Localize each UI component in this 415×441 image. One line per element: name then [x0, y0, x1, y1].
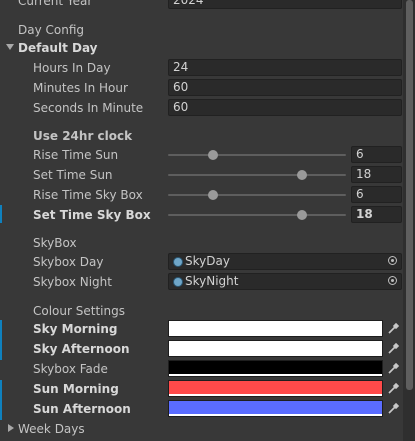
sun-morning-color-field[interactable] [168, 380, 383, 397]
set-time-sky-box-label: Set Time Sky Box [33, 208, 151, 222]
rise-time-sky-box-slider-thumb[interactable] [207, 190, 218, 200]
skybox-day-value: SkyDay [185, 254, 230, 268]
minutes-in-hour-field[interactable]: 60 [168, 79, 402, 96]
modified-indicator [0, 205, 2, 223]
eyedropper-icon[interactable] [385, 320, 402, 337]
set-time-sky-box-slider-thumb[interactable] [296, 210, 307, 220]
set-time-sky-box-slider-track[interactable] [168, 210, 346, 220]
minutes-in-hour-label: Minutes In Hour [33, 81, 128, 95]
alpha-bar [169, 414, 382, 416]
sun-afternoon-label: Sun Afternoon [33, 402, 131, 416]
modified-indicator [0, 380, 2, 420]
use-24hr-clock-header: Use 24hr clock [33, 129, 133, 143]
skybox-day-object-field[interactable]: SkyDay [168, 253, 402, 270]
alpha-bar [169, 394, 382, 396]
vertical-scrollbar[interactable] [403, 0, 415, 441]
set-time-sun-label: Set Time Sun [33, 168, 113, 182]
rise-time-sky-box-slider-track[interactable] [168, 190, 346, 200]
current-year-label: Current Year [18, 0, 93, 8]
sky-afternoon-label: Sky Afternoon [33, 342, 130, 356]
alpha-bar [169, 374, 382, 376]
default-day-foldout[interactable]: Default Day [18, 40, 98, 56]
sky-afternoon-color-field[interactable] [168, 340, 383, 357]
scrollbar-thumb[interactable] [406, 0, 413, 390]
skybox-day-label: Skybox Day [33, 255, 104, 269]
sun-afternoon-color-field[interactable] [168, 400, 383, 417]
material-icon [173, 257, 183, 267]
colour-settings-header: Colour Settings [33, 304, 125, 318]
skybox-night-object-field[interactable]: SkyNight [168, 273, 402, 290]
object-picker-icon[interactable] [388, 256, 397, 265]
foldout-collapsed-icon[interactable] [6, 423, 16, 433]
skybox-header: SkyBox [33, 236, 77, 250]
day-config-header: Day Config [18, 23, 85, 37]
set-time-sky-box-value[interactable]: 18 [351, 206, 402, 223]
modified-indicator [0, 320, 2, 360]
alpha-bar [169, 354, 382, 356]
object-picker-icon[interactable] [388, 276, 397, 285]
sky-morning-color-field[interactable] [168, 320, 383, 337]
hours-in-day-field[interactable]: 24 [168, 59, 402, 76]
eyedropper-icon[interactable] [385, 340, 402, 357]
seconds-in-minute-label: Seconds In Minute [33, 101, 144, 115]
sun-morning-label: Sun Morning [33, 382, 119, 396]
rise-time-sun-label: Rise Time Sun [33, 148, 119, 162]
rise-time-sky-box-value[interactable]: 6 [351, 186, 402, 203]
rise-time-sky-box-label: Rise Time Sky Box [33, 188, 143, 202]
week-days-foldout[interactable]: Week Days [18, 421, 85, 437]
sky-morning-label: Sky Morning [33, 322, 118, 336]
seconds-in-minute-field[interactable]: 60 [168, 99, 402, 116]
skybox-night-value: SkyNight [185, 274, 239, 288]
set-time-sun-value[interactable]: 18 [351, 166, 402, 183]
set-time-sun-slider-thumb[interactable] [296, 170, 307, 180]
skybox-fade-label: Skybox Fade [33, 362, 108, 376]
rise-time-sun-slider-thumb[interactable] [207, 150, 218, 160]
foldout-expanded-icon[interactable] [5, 42, 15, 52]
eyedropper-icon[interactable] [385, 400, 402, 417]
eyedropper-icon[interactable] [385, 360, 402, 377]
current-year-field[interactable]: 2024 [168, 0, 402, 9]
rise-time-sun-slider-track[interactable] [168, 150, 346, 160]
inspector-panel: { "top_field": {"label": "Current Year",… [0, 0, 415, 441]
alpha-bar [169, 334, 382, 336]
material-icon [173, 277, 183, 287]
hours-in-day-label: Hours In Day [33, 61, 111, 75]
set-time-sun-slider-track[interactable] [168, 170, 346, 180]
skybox-fade-color-field[interactable] [168, 360, 383, 377]
eyedropper-icon[interactable] [385, 380, 402, 397]
skybox-night-label: Skybox Night [33, 275, 112, 289]
rise-time-sun-value[interactable]: 6 [351, 146, 402, 163]
